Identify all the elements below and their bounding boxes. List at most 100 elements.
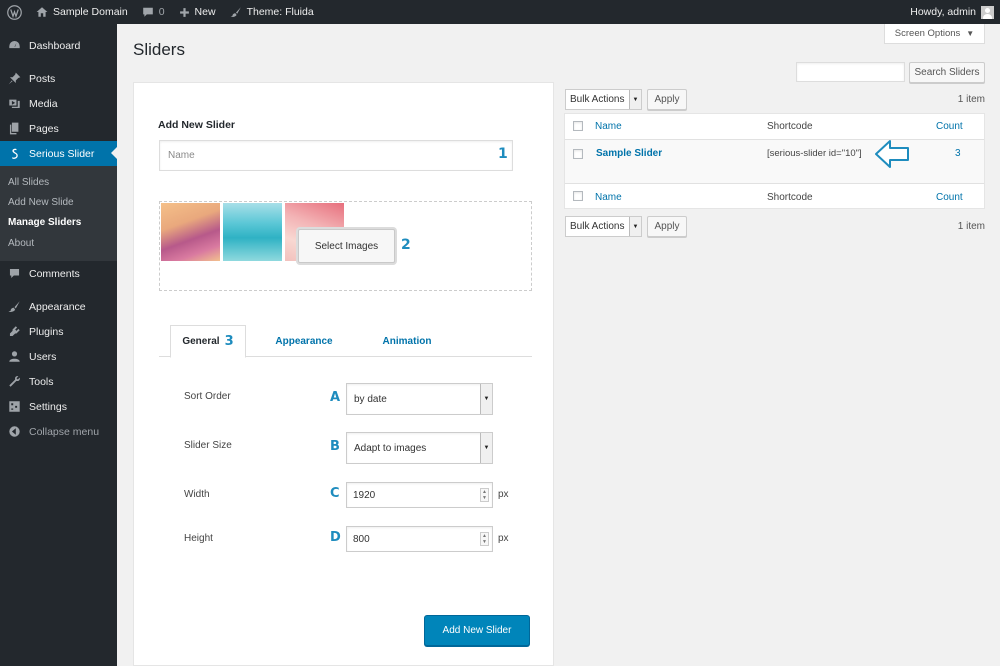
slider-shortcode: [serious-slider id="10"]	[767, 148, 862, 159]
menu-item-comments[interactable]: Comments	[0, 261, 117, 286]
caret-down-icon: ▼	[966, 29, 975, 38]
number-spinner[interactable]: ▲ ▼	[480, 532, 489, 546]
table-header: Name Shortcode Count	[565, 114, 984, 140]
menu-item-users[interactable]: Users	[0, 344, 117, 369]
screen-options-button[interactable]: Screen Options ▼	[884, 24, 985, 44]
sort-order-label: Sort Order	[184, 391, 231, 402]
site-name-link[interactable]: Sample Domain	[29, 0, 135, 24]
column-count-footer[interactable]: Count	[936, 192, 963, 203]
annotation-2: 2	[401, 237, 411, 253]
column-count-header[interactable]: Count	[936, 121, 963, 132]
menu-item-tools[interactable]: Tools	[0, 369, 117, 394]
pin-icon	[8, 72, 21, 85]
sliders-table: Name Shortcode Count Sample Slider [seri…	[564, 113, 985, 209]
theme-link[interactable]: Theme: Fluida	[223, 0, 321, 24]
tab-label: General	[182, 336, 220, 347]
menu-label: Tools	[29, 375, 54, 388]
annotation-a: A	[330, 390, 341, 405]
width-input[interactable]: 1920 ▲ ▼	[346, 482, 493, 508]
add-slider-panel: Add New Slider Name 1 Select Images 2 Ge…	[133, 82, 554, 666]
submenu-item-add-new-slide[interactable]: Add New Slide	[0, 192, 117, 212]
select-all-checkbox[interactable]	[573, 191, 583, 201]
search-input[interactable]	[796, 62, 905, 82]
annotation-3: 3	[224, 334, 234, 349]
number-spinner[interactable]: ▲ ▼	[480, 488, 489, 502]
menu-item-plugins[interactable]: Plugins	[0, 319, 117, 344]
slider-name-link[interactable]: Sample Slider	[596, 148, 662, 159]
plus-icon	[179, 7, 189, 17]
howdy-label: Howdy, admin	[910, 6, 976, 18]
collapse-menu-button[interactable]: Collapse menu	[0, 419, 117, 444]
brush-icon	[230, 7, 241, 18]
menu-item-dashboard[interactable]: Dashboard	[0, 33, 117, 58]
select-images-button[interactable]: Select Images	[298, 229, 395, 263]
menu-item-pages[interactable]: Pages	[0, 116, 117, 141]
height-input[interactable]: 800 ▲ ▼	[346, 526, 493, 552]
width-unit: px	[498, 489, 509, 500]
chevron-down-icon: ▼	[480, 384, 492, 414]
menu-item-posts[interactable]: Posts	[0, 66, 117, 91]
avatar	[981, 5, 994, 19]
height-value: 800	[353, 533, 370, 545]
left-arrow-icon	[875, 140, 909, 168]
submenu-item-about[interactable]: About	[0, 233, 117, 253]
page-title: Sliders	[133, 40, 185, 59]
comments-link[interactable]: 0	[135, 0, 172, 24]
apply-button-top[interactable]: Apply	[647, 89, 687, 110]
slider-size-select[interactable]: Adapt to images ▼	[346, 432, 493, 464]
menu-item-appearance[interactable]: Appearance	[0, 294, 117, 319]
column-name-footer[interactable]: Name	[595, 192, 622, 203]
add-new-slider-button[interactable]: Add New Slider	[424, 615, 530, 646]
row-checkbox[interactable]	[573, 149, 583, 159]
menu-label: Comments	[29, 267, 80, 280]
submenu-item-manage-sliders[interactable]: Manage Sliders	[0, 213, 117, 233]
submenu-item-all-slides[interactable]: All Slides	[0, 172, 117, 192]
height-label: Height	[184, 533, 213, 544]
new-content-link[interactable]: New	[172, 0, 223, 24]
settings-tabs: General 3 Appearance Animation	[159, 325, 532, 358]
slide-thumbnail[interactable]	[223, 203, 282, 261]
screen-options-label: Screen Options	[894, 28, 961, 39]
sort-order-value: by date	[354, 393, 387, 405]
admin-bar: Sample Domain 0 New Theme: Fluida Howdy,…	[0, 0, 1000, 24]
new-label: New	[194, 6, 216, 18]
column-name-header[interactable]: Name	[595, 121, 622, 132]
column-shortcode-footer: Shortcode	[767, 192, 813, 203]
menu-label: Serious Slider	[29, 147, 95, 160]
menu-label: Dashboard	[29, 39, 81, 52]
slide-thumbnail[interactable]	[161, 203, 220, 261]
bulk-actions-select-top[interactable]: Bulk Actions ▼	[565, 89, 642, 110]
select-all-checkbox[interactable]	[573, 121, 583, 131]
wrench-icon	[9, 376, 20, 387]
my-account[interactable]: Howdy, admin	[910, 5, 1000, 19]
site-name-label: Sample Domain	[53, 6, 128, 18]
menu-item-settings[interactable]: Settings	[0, 394, 117, 419]
sort-order-select[interactable]: by date ▼	[346, 383, 493, 415]
items-count-top: 1 item	[957, 94, 985, 105]
tab-appearance[interactable]: Appearance	[264, 325, 344, 357]
wordpress-logo-icon[interactable]	[0, 0, 29, 24]
admin-sidebar: Dashboard Posts Media Pages Serious Slid…	[0, 24, 117, 666]
tab-general[interactable]: General 3	[170, 325, 246, 358]
users-icon	[9, 351, 20, 362]
comment-icon	[9, 269, 20, 279]
height-unit: px	[498, 533, 509, 544]
media-icon	[9, 99, 20, 109]
menu-item-serious-slider[interactable]: Serious Slider	[0, 141, 117, 166]
slider-name-input[interactable]: Name	[159, 140, 513, 171]
tab-animation[interactable]: Animation	[367, 325, 447, 357]
menu-item-media[interactable]: Media	[0, 91, 117, 116]
search-sliders-button[interactable]: Search Sliders	[909, 62, 985, 83]
collapse-arrow-icon	[9, 426, 20, 437]
menu-label: Settings	[29, 400, 67, 413]
menu-label: Plugins	[29, 325, 64, 338]
bulk-actions-value: Bulk Actions	[570, 94, 625, 105]
dashboard-icon	[9, 40, 20, 49]
bulk-actions-select-bottom[interactable]: Bulk Actions ▼	[565, 216, 642, 237]
items-count-bottom: 1 item	[957, 221, 985, 232]
apply-button-bottom[interactable]: Apply	[647, 216, 687, 237]
serious-slider-submenu: All Slides Add New Slide Manage Sliders …	[0, 166, 117, 262]
menu-label: Posts	[29, 72, 56, 85]
slider-count[interactable]: 3	[955, 148, 961, 159]
chevron-down-icon: ▼	[629, 217, 641, 236]
